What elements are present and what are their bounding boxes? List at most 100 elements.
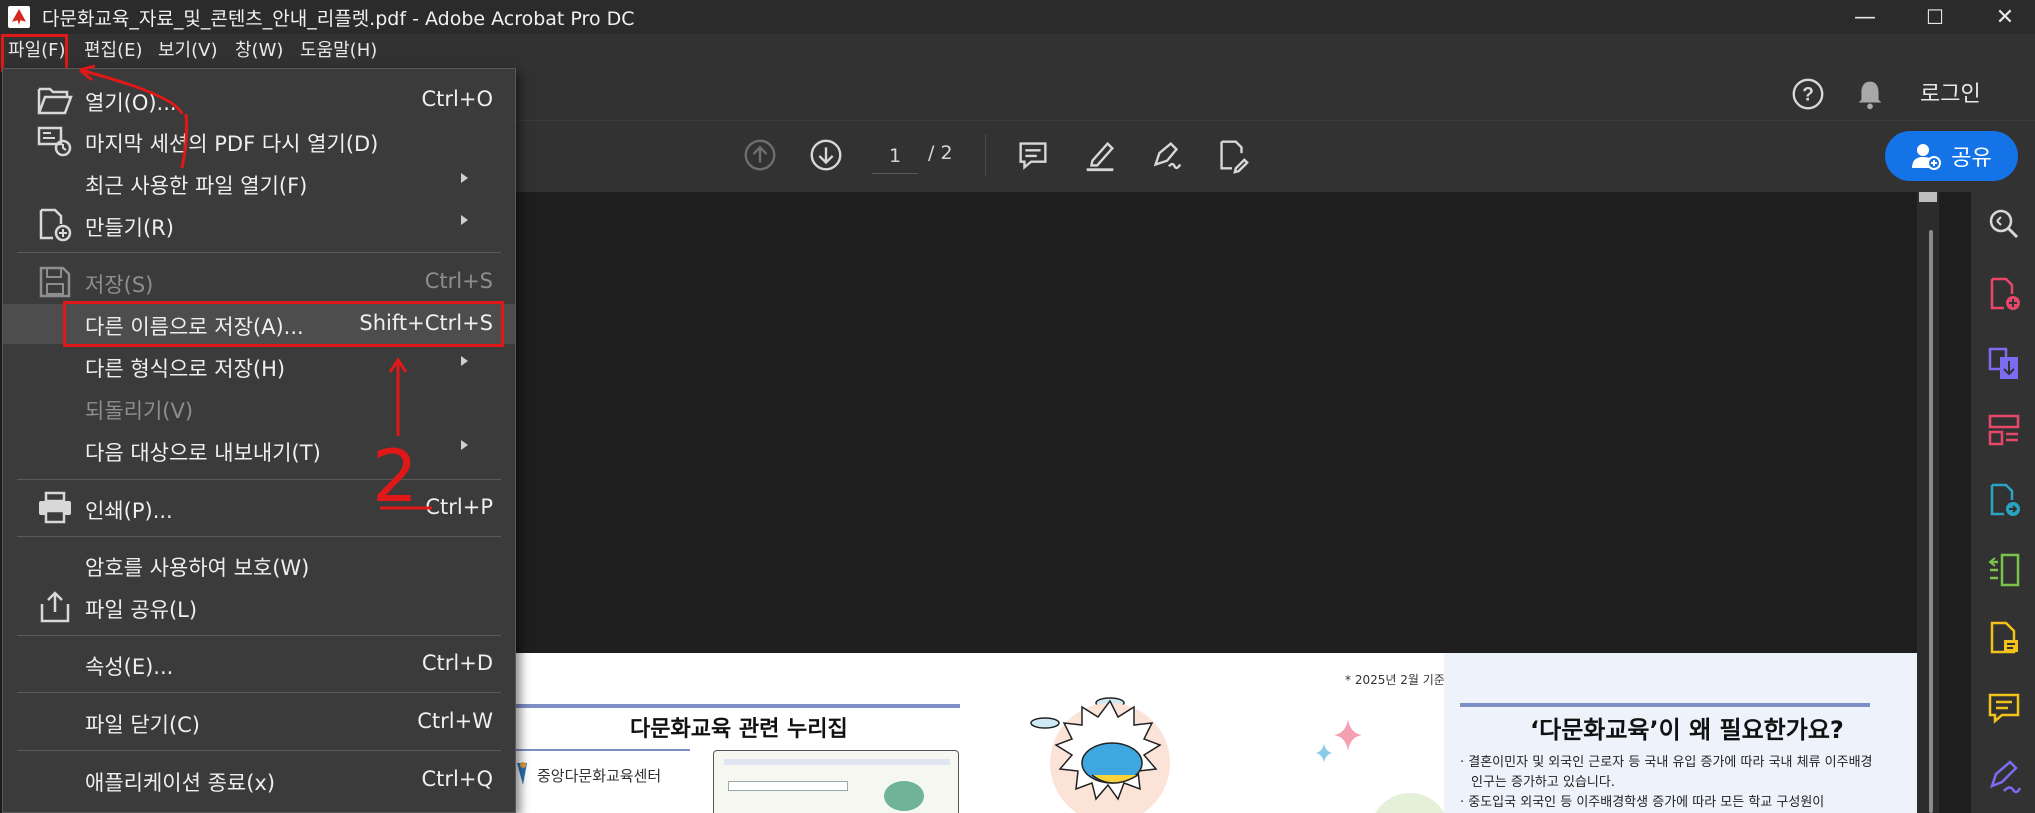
menu-item-label: 속성(E)...	[85, 655, 174, 679]
menu-item-exit-application[interactable]: 애플리케이션 종료(x) Ctrl+Q	[3, 760, 515, 800]
folder-open-icon	[37, 87, 73, 115]
share-button[interactable]: 공유	[1885, 131, 2018, 181]
scrollbar-thumb[interactable]	[1929, 230, 1933, 813]
menu-separator	[17, 252, 501, 253]
website-thumbnail	[713, 750, 959, 813]
menu-item-label: 되돌리기(V)	[85, 399, 194, 423]
menu-separator	[17, 750, 501, 751]
help-icon[interactable]: ?	[1786, 72, 1830, 116]
next-page-icon[interactable]	[804, 133, 848, 177]
menu-item-label: 만들기(R)	[85, 216, 174, 240]
save-disk-icon	[39, 266, 71, 298]
mascot-illustration	[1030, 697, 1170, 813]
menu-item-save[interactable]: 저장(S) Ctrl+S	[3, 262, 515, 302]
title-bar: 다문화교육_자료_및_콘텐츠_안내_리플렛.pdf - Adobe Acroba…	[0, 0, 2035, 34]
menu-item-shortcut: Ctrl+S	[424, 269, 493, 293]
menu-help[interactable]: 도움말(H)	[294, 34, 383, 68]
edit-pdf-icon[interactable]	[1986, 620, 2022, 656]
add-user-icon	[1912, 144, 1942, 170]
highlight-pen-icon[interactable]	[1078, 133, 1122, 177]
svg-text:?: ?	[1802, 85, 1814, 106]
menu-item-label: 저장(S)	[85, 273, 154, 297]
menu-item-label: 인쇄(P)...	[85, 499, 173, 523]
previous-page-icon[interactable]	[738, 133, 782, 177]
menu-item-shortcut: Ctrl+P	[425, 495, 493, 519]
menu-bar: 파일(F) 편집(E) 보기(V) 창(W) 도움말(H)	[0, 34, 2035, 68]
annotation-box-save-as	[63, 301, 504, 347]
menu-item-label: 다음 대상으로 내보내기(T)	[85, 441, 321, 465]
submenu-arrow-icon	[461, 356, 468, 366]
comment-tool-icon[interactable]	[1986, 690, 2022, 726]
bullet-text: · 결혼이민자 및 외국인 근로자 등 국내 유입 증가에 따라 국내 체류 이…	[1460, 755, 1873, 770]
pdf-page: * 2025년 2월 기준 다문화교육 관련 누리집 중앙다문화교육센터 ‘다문…	[515, 653, 1917, 813]
toolbar-divider	[985, 134, 986, 176]
menu-window[interactable]: 창(W)	[229, 34, 289, 68]
close-button[interactable]: ✕	[1970, 0, 2035, 34]
menu-item-label: 최근 사용한 파일 열기(F)	[85, 174, 308, 198]
menu-item-shortcut: Ctrl+O	[421, 87, 494, 111]
menu-item-label: 마지막 세션의 PDF 다시 열기(D)	[85, 132, 379, 156]
printer-icon	[39, 491, 71, 524]
create-file-icon	[39, 208, 72, 242]
divider-line	[515, 749, 690, 751]
bullet-text: · 중도입국 외국인 등 이주배경학생 증가에 따라 모든 학교 구성원이	[1460, 795, 1825, 810]
login-button[interactable]: 로그인	[1920, 76, 1981, 108]
annotation-box-file-menu	[1, 34, 68, 72]
menu-item-shortcut: Ctrl+Q	[421, 767, 494, 791]
export-pdf-icon[interactable]	[1986, 482, 2022, 518]
submenu-arrow-icon	[461, 173, 468, 183]
annotation-step-number: 2	[372, 434, 418, 518]
scroll-up-button[interactable]	[1919, 192, 1937, 202]
menu-item-label: 다른 형식으로 저장(H)	[85, 357, 286, 381]
minimize-button[interactable]: —	[1830, 0, 1900, 34]
menu-item-print[interactable]: 인쇄(P)... Ctrl+P	[3, 488, 515, 528]
menu-item-label: 애플리케이션 종료(x)	[85, 771, 276, 795]
logo-text: 중앙다문화교육센터	[537, 767, 662, 785]
menu-item-export-to[interactable]: 다음 대상으로 내보내기(T)	[3, 430, 515, 470]
menu-item-revert[interactable]: 되돌리기(V)	[3, 388, 515, 428]
comment-icon[interactable]	[1011, 133, 1055, 177]
menu-item-reopen-last-session[interactable]: 마지막 세션의 PDF 다시 열기(D)	[3, 121, 515, 161]
heading-right: ‘다문화교육’이 왜 필요한가요?	[1530, 716, 1844, 744]
menu-item-share-file[interactable]: 파일 공유(L)	[3, 587, 515, 627]
menu-separator	[17, 635, 501, 636]
menu-item-create[interactable]: 만들기(R)	[3, 205, 515, 245]
menu-separator	[17, 536, 501, 537]
decorative-shape	[1370, 793, 1450, 813]
center-logo-icon	[517, 762, 527, 785]
zoom-icon[interactable]	[1986, 206, 2022, 242]
combine-files-icon[interactable]	[1986, 346, 2022, 382]
menu-item-label: 암호를 사용하여 보호(W)	[85, 556, 310, 580]
menu-item-shortcut: Ctrl+W	[417, 709, 493, 733]
menu-item-shortcut: Ctrl+D	[421, 651, 493, 675]
acrobat-pdf-icon	[8, 6, 30, 28]
menu-item-protect-password[interactable]: 암호를 사용하여 보호(W)	[3, 545, 515, 585]
window-title: 다문화교육_자료_및_콘텐츠_안내_리플렛.pdf - Adobe Acroba…	[42, 7, 635, 30]
bullet-text: 인구는 증가하고 있습니다.	[1471, 775, 1615, 790]
edit-document-icon[interactable]	[1210, 133, 1254, 177]
share-label: 공유	[1951, 146, 1992, 171]
menu-item-save-as-other[interactable]: 다른 형식으로 저장(H)	[3, 346, 515, 386]
menu-item-properties[interactable]: 속성(E)... Ctrl+D	[3, 644, 515, 684]
vertical-scrollbar[interactable]	[1917, 192, 1939, 813]
menu-view[interactable]: 보기(V)	[152, 34, 223, 68]
menu-item-open[interactable]: 열기(O)... Ctrl+O	[3, 80, 515, 120]
maximize-button[interactable]: ☐	[1900, 0, 1970, 34]
submenu-arrow-icon	[461, 440, 468, 450]
organize-pages-icon[interactable]	[1986, 412, 2022, 448]
divider-line	[515, 704, 960, 708]
heading-left: 다문화교육 관련 누리집	[630, 717, 848, 742]
menu-separator	[17, 692, 501, 693]
fill-sign-icon[interactable]	[1986, 758, 2022, 794]
submenu-arrow-icon	[461, 215, 468, 225]
sign-pen-icon[interactable]	[1145, 133, 1189, 177]
page-number-input[interactable]: 1	[872, 140, 918, 174]
menu-item-close-file[interactable]: 파일 닫기(C) Ctrl+W	[3, 702, 515, 742]
reopen-session-icon	[37, 126, 72, 157]
menu-item-recent-files[interactable]: 최근 사용한 파일 열기(F)	[3, 163, 515, 203]
menu-edit[interactable]: 편집(E)	[78, 34, 149, 68]
notification-bell-icon[interactable]	[1848, 72, 1892, 116]
compare-files-icon[interactable]	[1986, 552, 2022, 588]
menu-item-label: 열기(O)...	[85, 91, 177, 115]
create-pdf-icon[interactable]	[1986, 276, 2022, 312]
